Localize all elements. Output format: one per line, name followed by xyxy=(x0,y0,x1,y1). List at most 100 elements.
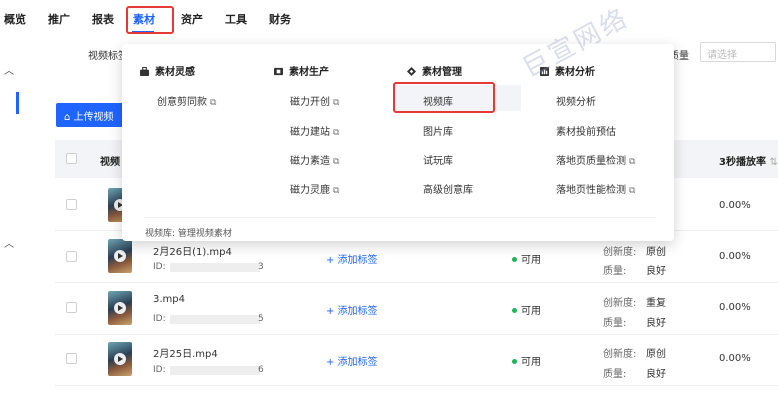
upload-video-label: 上传视频 xyxy=(73,112,114,123)
select-all-checkbox[interactable] xyxy=(66,153,77,164)
play-icon[interactable] xyxy=(114,302,126,314)
menu-item-landing-quality-check[interactable]: 落地页质量检测 ⧉ xyxy=(556,152,635,167)
id-redaction xyxy=(170,263,260,272)
menu-section-inspiration: 素材灵感 xyxy=(140,63,195,78)
video-id-tail: 6 xyxy=(258,365,264,375)
dropdown-divider xyxy=(144,217,656,218)
dropdown-footer-description: 视频库: 管理视频素材 xyxy=(145,229,232,239)
add-tag-link[interactable]: + 添加标签 xyxy=(326,251,378,266)
menu-item-label: 落地页性能检测 xyxy=(556,185,626,196)
row-checkbox[interactable] xyxy=(66,199,77,210)
external-link-icon: ⧉ xyxy=(333,157,340,167)
external-link-icon: ⧉ xyxy=(333,98,340,108)
menu-item-image-library[interactable]: 图片库 xyxy=(423,123,453,138)
diamond-icon xyxy=(407,67,416,76)
video-filename[interactable]: 2月25日.mp4 xyxy=(153,345,218,360)
quality-label: 质量: xyxy=(603,318,627,329)
menu-section-production: 素材生产 xyxy=(274,63,329,78)
video-id-label: ID: xyxy=(153,365,166,375)
originality-label: 创新度: xyxy=(603,247,637,258)
status-text: 可用 xyxy=(521,306,541,317)
nav-materials-highlight-box xyxy=(126,6,174,34)
nav-reports[interactable]: 报表 xyxy=(92,11,114,27)
chevron-up-icon[interactable]: ︿ xyxy=(4,62,14,77)
video-library-highlight-box xyxy=(393,82,495,113)
play-rate-value: 0.00% xyxy=(719,200,751,211)
external-link-icon: ⧉ xyxy=(210,98,217,108)
menu-section-title: 素材管理 xyxy=(422,67,462,78)
play-rate-header-label: 3秒播放率 xyxy=(719,157,766,168)
row-checkbox[interactable] xyxy=(66,251,77,262)
video-filename[interactable]: 3.mp4 xyxy=(153,294,185,305)
menu-item-label: 创意剪同款 xyxy=(157,97,207,108)
nav-assets[interactable]: 资产 xyxy=(181,11,203,27)
menu-section-title: 素材生产 xyxy=(289,67,329,78)
menu-item-cili-jianzhan[interactable]: 磁力建站 ⧉ xyxy=(290,123,339,138)
originality-label: 创新度: xyxy=(603,298,637,309)
row-checkbox[interactable] xyxy=(66,353,77,364)
nav-finance[interactable]: 财务 xyxy=(269,11,291,27)
video-id-tail: 5 xyxy=(258,314,264,324)
upload-video-button[interactable]: ⌂ 上传视频 xyxy=(56,103,126,127)
originality-value: 原创 xyxy=(646,349,666,360)
status-badge: 可用 xyxy=(512,353,541,368)
status-badge: 可用 xyxy=(512,251,541,266)
row-divider xyxy=(55,282,778,283)
menu-section-management: 素材管理 xyxy=(407,63,462,78)
play-icon[interactable] xyxy=(114,250,126,262)
originality-label: 创新度: xyxy=(603,349,637,360)
menu-item-label: 落地页质量检测 xyxy=(556,156,626,167)
menu-item-cili-linglu[interactable]: 磁力灵鹿 ⧉ xyxy=(290,181,339,196)
video-thumbnail[interactable] xyxy=(108,291,132,325)
menu-item-label: 磁力开创 xyxy=(290,97,330,108)
menu-item-cili-kaichuang[interactable]: 磁力开创 ⧉ xyxy=(290,93,339,108)
video-thumbnail[interactable] xyxy=(108,239,132,273)
video-id-label: ID: xyxy=(153,262,166,272)
nav-overview[interactable]: 概览 xyxy=(4,11,26,27)
menu-item-playable-library[interactable]: 试玩库 xyxy=(423,152,453,167)
menu-item-landing-performance-check[interactable]: 落地页性能检测 ⧉ xyxy=(556,181,635,196)
originality-value: 重复 xyxy=(646,298,666,309)
video-filename[interactable]: 2月26日(1).mp4 xyxy=(153,243,232,258)
play-icon[interactable] xyxy=(114,353,126,365)
nav-promotion[interactable]: 推广 xyxy=(48,11,70,27)
quality-value: 良好 xyxy=(646,266,666,277)
play-rate-value: 0.00% xyxy=(719,251,751,262)
menu-item-material-prelaunch-estimate[interactable]: 素材投前预估 xyxy=(556,123,616,138)
status-dot xyxy=(512,257,517,262)
status-dot xyxy=(512,308,517,313)
toolbox-icon xyxy=(140,67,149,76)
quality-value: 良好 xyxy=(646,318,666,329)
originality-value: 原创 xyxy=(646,247,666,258)
menu-item-label: 磁力素造 xyxy=(290,156,330,167)
chevron-up-icon[interactable]: ︿ xyxy=(4,235,14,250)
menu-item-cili-suzao[interactable]: 磁力素造 ⧉ xyxy=(290,152,339,167)
menu-item-label: 磁力建站 xyxy=(290,127,330,138)
column-header-3s-play-rate[interactable]: 3秒播放率 ⇅ xyxy=(719,153,778,168)
quality-select[interactable]: 请选择 xyxy=(700,42,776,62)
menu-item-advanced-creative-library[interactable]: 高级创意库 xyxy=(423,181,473,196)
status-text: 可用 xyxy=(521,357,541,368)
row-divider xyxy=(55,334,778,335)
add-tag-link[interactable]: + 添加标签 xyxy=(326,302,378,317)
menu-item-creative-clip[interactable]: 创意剪同款 ⧉ xyxy=(157,93,216,108)
film-icon xyxy=(274,67,283,76)
menu-item-video-analysis[interactable]: 视频分析 xyxy=(556,93,596,108)
add-tag-link[interactable]: + 添加标签 xyxy=(326,353,378,368)
external-link-icon: ⧉ xyxy=(629,157,636,167)
id-redaction xyxy=(170,315,260,324)
top-nav: 概览 推广 报表 素材 资产 工具 财务 xyxy=(0,0,778,40)
sort-icon[interactable]: ⇅ xyxy=(769,157,777,168)
left-sidebar: ︿ ︿ xyxy=(0,40,22,394)
menu-section-title: 素材灵感 xyxy=(155,67,195,78)
status-text: 可用 xyxy=(521,255,541,266)
upload-icon: ⌂ xyxy=(64,112,74,123)
row-checkbox[interactable] xyxy=(66,302,77,313)
external-link-icon: ⧉ xyxy=(629,186,636,196)
id-redaction xyxy=(170,366,260,375)
video-thumbnail[interactable] xyxy=(108,342,132,376)
nav-tools[interactable]: 工具 xyxy=(225,11,247,27)
quality-label: 质量: xyxy=(603,266,627,277)
quality-value: 良好 xyxy=(646,369,666,380)
quality-label: 质量: xyxy=(603,369,627,380)
